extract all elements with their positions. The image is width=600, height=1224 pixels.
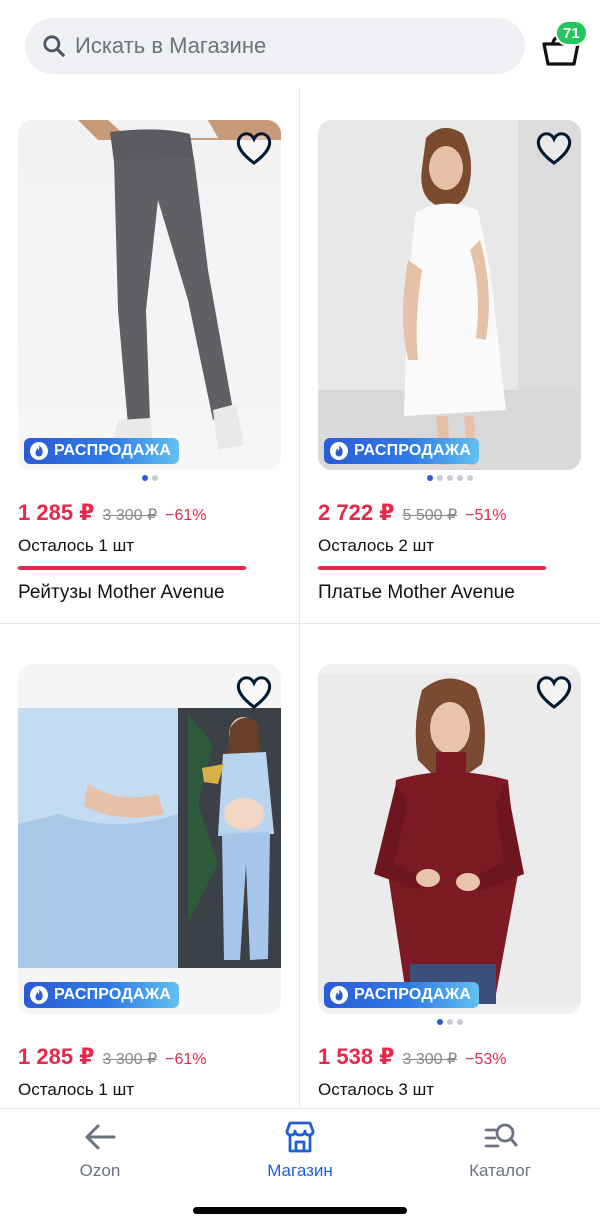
nav-label: Каталог bbox=[469, 1161, 531, 1180]
pager-dot bbox=[446, 475, 453, 481]
favorite-heart-icon[interactable] bbox=[235, 674, 273, 710]
old-price: 3 300 ₽ bbox=[402, 1051, 458, 1068]
search-placeholder: Искать в Магазине bbox=[75, 33, 267, 58]
column-divider bbox=[299, 88, 300, 1108]
sale-badge-label: РАСПРОДАЖА bbox=[354, 986, 472, 1003]
old-price: 5 500 ₽ bbox=[402, 507, 458, 524]
favorite-heart-icon[interactable] bbox=[535, 130, 573, 166]
price-row: 1 538 ₽ 3 300 ₽ −53% bbox=[318, 1044, 507, 1070]
stock-bar bbox=[18, 566, 246, 570]
stock-bar bbox=[318, 566, 546, 570]
image-pager-dots bbox=[318, 1019, 581, 1025]
stock-label: Осталось 1 шт bbox=[18, 1080, 135, 1099]
sale-badge: РАСПРОДАЖА bbox=[24, 982, 180, 1008]
stock-label: Осталось 1 шт bbox=[18, 536, 135, 555]
price-row: 1 285 ₽ 3 300 ₽ −61% bbox=[18, 1044, 207, 1070]
search-bar[interactable]: Искать в Магазине bbox=[25, 18, 525, 74]
product-image[interactable]: РАСПРОДАЖА bbox=[318, 664, 581, 1014]
pager-dot bbox=[466, 475, 473, 481]
favorite-heart-icon[interactable] bbox=[235, 130, 273, 166]
sale-badge-label: РАСПРОДАЖА bbox=[354, 442, 472, 459]
current-price: 2 722 ₽ bbox=[318, 500, 395, 525]
store-icon bbox=[285, 1121, 315, 1153]
nav-label: Магазин bbox=[267, 1161, 333, 1180]
nav-item-catalog[interactable]: Каталог bbox=[430, 1119, 570, 1181]
pager-dot bbox=[456, 1019, 463, 1025]
stock-label: Осталось 3 шт bbox=[318, 1080, 435, 1099]
current-price: 1 538 ₽ bbox=[318, 1044, 395, 1069]
pager-dot bbox=[141, 475, 148, 481]
pager-dot bbox=[436, 475, 443, 481]
discount-label: −61% bbox=[165, 1051, 207, 1068]
sale-badge: РАСПРОДАЖА bbox=[24, 438, 180, 464]
row-divider bbox=[0, 623, 600, 624]
current-price: 1 285 ₽ bbox=[18, 1044, 95, 1069]
sale-badge: РАСПРОДАЖА bbox=[324, 982, 480, 1008]
sale-badge: РАСПРОДАЖА bbox=[324, 438, 480, 464]
product-image[interactable]: РАСПРОДАЖА bbox=[18, 120, 281, 470]
fire-icon bbox=[30, 986, 48, 1004]
top-bar: Искать в Магазине 71 bbox=[0, 0, 600, 88]
pager-dot bbox=[436, 1019, 443, 1025]
product-image[interactable]: РАСПРОДАЖА bbox=[318, 120, 581, 470]
old-price: 3 300 ₽ bbox=[102, 507, 158, 524]
product-title[interactable]: Платье Mother Avenue bbox=[318, 582, 515, 604]
pager-dot bbox=[426, 475, 433, 481]
nav-label: Ozon bbox=[79, 1161, 121, 1180]
pager-dot bbox=[151, 475, 158, 481]
nav-item-ozon[interactable]: Ozon bbox=[30, 1119, 170, 1181]
leggings-photo bbox=[78, 120, 281, 454]
sale-badge-label: РАСПРОДАЖА bbox=[54, 442, 172, 459]
pager-dot bbox=[446, 1019, 453, 1025]
home-indicator[interactable] bbox=[193, 1207, 407, 1214]
product-grid: РАСПРОДАЖА 1 285 ₽ 3 300 ₽ −61% Осталось… bbox=[0, 88, 600, 1108]
pager-dot bbox=[456, 475, 463, 481]
suit-photo bbox=[18, 708, 281, 968]
dress-photo bbox=[318, 120, 581, 470]
product-image[interactable]: РАСПРОДАЖА bbox=[18, 664, 281, 1014]
fire-icon bbox=[330, 986, 348, 1004]
discount-label: −61% bbox=[165, 507, 207, 524]
price-row: 1 285 ₽ 3 300 ₽ −61% bbox=[18, 500, 207, 526]
favorite-heart-icon[interactable] bbox=[535, 674, 573, 710]
old-price: 3 300 ₽ bbox=[102, 1051, 158, 1068]
sale-badge-label: РАСПРОДАЖА bbox=[54, 986, 172, 1003]
image-pager-dots bbox=[318, 475, 581, 481]
catalog-search-icon bbox=[484, 1123, 518, 1148]
current-price: 1 285 ₽ bbox=[18, 500, 95, 525]
price-row: 2 722 ₽ 5 500 ₽ −51% bbox=[318, 500, 507, 526]
fire-icon bbox=[330, 442, 348, 460]
discount-label: −53% bbox=[465, 1051, 507, 1068]
back-arrow-icon bbox=[85, 1124, 116, 1150]
nav-item-store[interactable]: Магазин bbox=[230, 1119, 370, 1181]
product-title[interactable]: Рейтузы Mother Avenue bbox=[18, 582, 225, 604]
stock-label: Осталось 2 шт bbox=[318, 536, 435, 555]
turtleneck-photo bbox=[318, 674, 581, 1004]
cart-count-badge: 71 bbox=[555, 20, 588, 46]
fire-icon bbox=[30, 442, 48, 460]
discount-label: −51% bbox=[465, 507, 507, 524]
image-pager-dots bbox=[18, 475, 281, 481]
search-icon bbox=[43, 35, 65, 57]
